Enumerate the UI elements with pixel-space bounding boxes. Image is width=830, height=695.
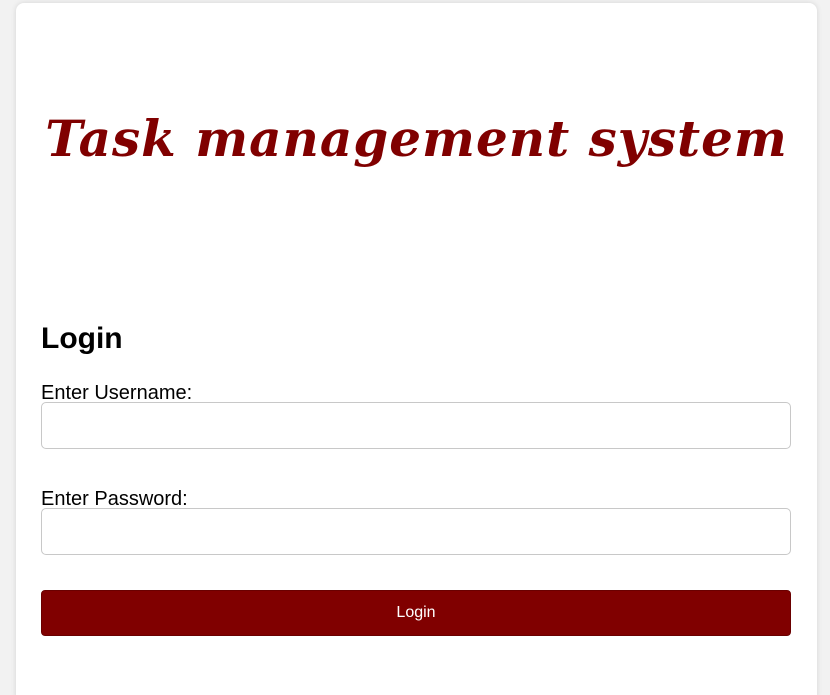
- password-input[interactable]: [41, 508, 791, 555]
- login-card: Task management system Login Enter Usern…: [16, 3, 817, 695]
- login-heading: Login: [41, 322, 123, 355]
- username-input[interactable]: [41, 402, 791, 449]
- app-title: Task management system: [45, 109, 788, 168]
- login-button[interactable]: Login: [41, 590, 791, 636]
